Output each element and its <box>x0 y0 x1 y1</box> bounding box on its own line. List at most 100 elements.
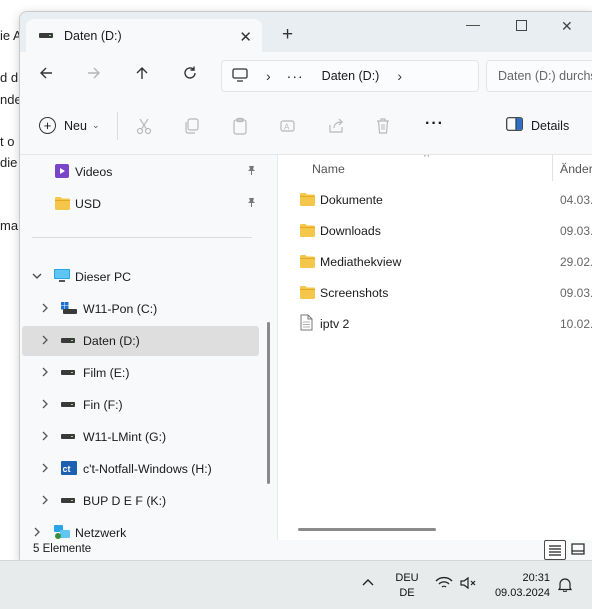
pin-icon[interactable] <box>246 197 257 211</box>
new-tab-button[interactable]: + <box>282 24 293 46</box>
input-language[interactable]: DEU DE <box>394 571 420 601</box>
nav-item-label: W11-Pon (C:) <box>83 302 158 316</box>
new-button[interactable]: + Neu ⌄ <box>39 117 99 134</box>
share-icon[interactable] <box>325 115 347 137</box>
bg-text-4: t o <box>0 134 15 149</box>
see-more-button[interactable]: ··· <box>425 115 444 133</box>
clock[interactable]: 20:31 09.03.2024 <box>490 571 550 601</box>
forward-arrow-icon[interactable] <box>84 65 104 86</box>
chevron-right-icon[interactable]: › <box>397 68 402 84</box>
wifi-icon[interactable] <box>435 576 453 593</box>
cut-icon[interactable] <box>133 115 155 137</box>
new-button-label: Neu <box>64 118 87 133</box>
nav-item-drive-k[interactable]: BUP D E F (K:) <box>22 486 259 516</box>
address-bar[interactable]: › ··· Daten (D:) › <box>221 60 479 92</box>
title-bar: Daten (D:) ✕ + — ✕ <box>20 12 592 53</box>
rename-icon[interactable]: A <box>277 115 299 137</box>
volume-muted-icon[interactable] <box>459 576 477 593</box>
file-date: 09.03.2024 <box>560 224 592 238</box>
file-row[interactable]: iptv 2 10.02.2024 <box>278 309 592 339</box>
file-explorer-window: Daten (D:) ✕ + — ✕ › ··· Daten (D:) › Da… <box>19 11 592 562</box>
nav-item-label: BUP D E F (K:) <box>83 494 167 508</box>
paste-icon[interactable] <box>229 115 251 137</box>
keyboard-code: DE <box>399 587 415 599</box>
file-row[interactable]: Screenshots 09.03.2024 <box>278 278 592 308</box>
pin-icon[interactable] <box>246 165 257 179</box>
notification-bell-icon[interactable] <box>557 576 573 595</box>
drive-icon <box>60 430 76 444</box>
maximize-icon[interactable] <box>516 18 527 34</box>
nav-item-label: c't-Notfall-Windows (H:) <box>83 462 212 476</box>
nav-item-label: Fin (F:) <box>83 398 123 412</box>
close-window-icon[interactable]: ✕ <box>561 18 573 35</box>
nav-item-usd[interactable]: USD <box>22 189 259 219</box>
chevron-right-icon[interactable] <box>40 431 50 444</box>
bg-text-2: d d <box>0 70 19 85</box>
chevron-down-icon[interactable] <box>32 271 42 284</box>
delete-icon[interactable] <box>372 115 394 137</box>
chevron-right-icon: › <box>266 68 271 84</box>
nav-item-drive-g[interactable]: W11-LMint (G:) <box>22 422 259 452</box>
column-date[interactable]: Änderungsdatum <box>560 162 592 176</box>
horizontal-scrollbar[interactable] <box>298 528 436 531</box>
chevron-right-icon[interactable] <box>40 463 50 476</box>
status-bar: 5 Elemente <box>20 540 592 561</box>
folder-icon <box>54 196 71 213</box>
column-name[interactable]: Name <box>312 162 345 176</box>
nav-item-drive-f[interactable]: Fin (F:) <box>22 390 259 420</box>
show-hidden-icons-icon[interactable] <box>362 575 374 590</box>
drive-icon <box>60 366 76 380</box>
chevron-right-icon[interactable] <box>40 367 50 380</box>
svg-text:ct: ct <box>63 464 71 474</box>
svg-text:A: A <box>284 123 290 132</box>
toolbar-divider <box>117 112 118 140</box>
nav-item-drive-h[interactable]: ct c't-Notfall-Windows (H:) <box>22 454 259 484</box>
video-folder-icon <box>54 163 70 182</box>
file-row[interactable]: Downloads 09.03.2024 <box>278 216 592 246</box>
drive-icon <box>38 29 54 43</box>
tiles-view-icon[interactable] <box>568 540 588 558</box>
file-row[interactable]: Mediathekview 29.02.2024 <box>278 247 592 277</box>
nav-item-label: W11-LMint (G:) <box>83 430 167 444</box>
chevron-right-icon[interactable] <box>40 495 50 508</box>
refresh-icon[interactable] <box>180 65 200 86</box>
nav-item-label: Videos <box>75 165 113 179</box>
tab-title: Daten (D:) <box>64 29 122 43</box>
address-overflow-button[interactable]: ··· <box>287 68 304 84</box>
copy-icon[interactable] <box>181 115 203 137</box>
nav-item-label: Film (E:) <box>83 366 130 380</box>
network-icon <box>53 524 71 541</box>
chevron-right-icon[interactable] <box>40 303 50 316</box>
file-row[interactable]: Dokumente 04.03.2024 <box>278 185 592 215</box>
search-input[interactable]: Daten (D:) durchsuchen <box>486 60 592 92</box>
tab-daten[interactable]: Daten (D:) ✕ <box>26 19 262 53</box>
language-code: DEU <box>395 572 419 584</box>
nav-item-network[interactable]: Netzwerk <box>22 518 259 540</box>
navigation-bar: › ··· Daten (D:) › Daten (D:) durchsuche… <box>20 52 592 98</box>
details-button[interactable]: Details <box>506 117 569 134</box>
breadcrumb-location[interactable]: Daten (D:) <box>322 69 380 83</box>
up-arrow-icon[interactable] <box>132 65 152 86</box>
chevron-right-icon[interactable] <box>40 335 50 348</box>
nav-item-drive-c[interactable]: W11-Pon (C:) <box>22 294 259 324</box>
close-tab-icon[interactable]: ✕ <box>239 28 252 46</box>
column-divider[interactable] <box>552 155 553 181</box>
chevron-right-icon[interactable] <box>40 399 50 412</box>
folder-icon <box>299 254 316 271</box>
back-arrow-icon[interactable] <box>36 65 56 86</box>
taskbar: DEU DE 20:31 09.03.2024 <box>0 560 592 609</box>
drive-icon <box>60 398 76 412</box>
minimize-icon[interactable]: — <box>466 16 480 32</box>
nav-item-this-pc[interactable]: Dieser PC <box>22 262 259 292</box>
file-name: Dokumente <box>320 193 383 207</box>
nav-scrollbar[interactable] <box>267 322 270 484</box>
chevron-right-icon[interactable] <box>32 527 42 540</box>
file-date: 10.02.2024 <box>560 317 592 331</box>
details-view-icon[interactable] <box>544 540 566 560</box>
search-placeholder: Daten (D:) durchsuchen <box>498 69 592 83</box>
folder-icon <box>299 192 316 209</box>
nav-item-videos[interactable]: Videos <box>22 157 259 187</box>
nav-item-drive-d[interactable]: Daten (D:) <box>22 326 259 356</box>
command-bar: + Neu ⌄ A ··· Details <box>20 98 592 155</box>
nav-item-drive-e[interactable]: Film (E:) <box>22 358 259 388</box>
